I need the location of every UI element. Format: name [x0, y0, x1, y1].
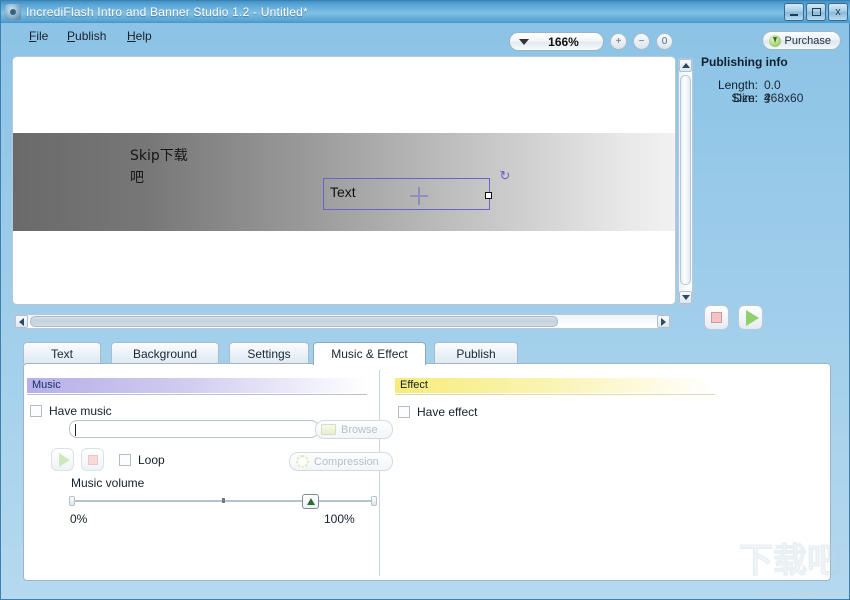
panel-divider: [379, 370, 380, 576]
volume-max-stop: [371, 496, 377, 506]
zoom-combobox[interactable]: 166%: [509, 32, 604, 51]
minimize-button[interactable]: [784, 3, 804, 21]
window-title: IncrediFlash Intro and Banner Studio 1.2…: [26, 5, 308, 19]
canvas-horizontal-scrollbar[interactable]: [14, 314, 671, 329]
play-triangle-icon: [745, 309, 759, 326]
triangle-right-icon[interactable]: [657, 315, 670, 328]
music-play-button[interactable]: [51, 448, 74, 471]
volume-max-label: 100%: [324, 512, 355, 526]
tab-settings[interactable]: Settings: [229, 342, 309, 364]
menu-item-help[interactable]: Help: [127, 29, 152, 43]
triangle-down-icon[interactable]: [679, 291, 692, 304]
browse-label: Browse: [341, 423, 378, 436]
zoom-in-button[interactable]: +: [610, 33, 627, 50]
music-section-rule: [27, 394, 367, 395]
close-button[interactable]: x: [828, 3, 848, 21]
window-controls: x: [784, 3, 848, 21]
have-effect-label: Have effect: [417, 405, 478, 419]
banner-static-text[interactable]: Skip下载吧: [130, 146, 188, 189]
music-section-header: Music: [27, 378, 367, 393]
horizontal-scrollbar-thumb[interactable]: [30, 316, 558, 327]
flash-app-icon: [5, 4, 21, 20]
have-effect-checkbox[interactable]: [398, 406, 410, 418]
music-and-effect-panel: Music Have music Browse Loop Compression: [23, 363, 831, 581]
music-volume-label: Music volume: [71, 476, 145, 490]
resize-handle[interactable]: [485, 192, 492, 199]
vertical-scrollbar-thumb[interactable]: [680, 75, 691, 285]
banner-stage[interactable]: Skip下载吧 Text ↻: [13, 133, 675, 231]
preview-play-button[interactable]: [738, 305, 763, 330]
application-window: IncrediFlash Intro and Banner Studio 1.2…: [0, 0, 850, 600]
effect-section-header: Effect: [395, 378, 715, 393]
selected-text-object[interactable]: Text: [323, 178, 492, 210]
site-watermark-url: www.xiazaiba.com: [756, 589, 839, 599]
tab-publish[interactable]: Publish: [434, 342, 518, 364]
size-label: Size:: [731, 91, 758, 105]
preview-stop-button[interactable]: [704, 305, 729, 330]
folder-icon: [321, 424, 336, 435]
menu-item-publish[interactable]: Publish: [67, 29, 106, 43]
stop-square-icon: [87, 454, 98, 465]
tab-background[interactable]: Background: [111, 342, 219, 364]
publishing-info-title: Publishing info: [701, 55, 788, 69]
download-arrow-icon: [768, 34, 781, 47]
triangle-up-icon[interactable]: [679, 59, 692, 72]
text-caret: [75, 424, 76, 436]
have-music-label: Have music: [49, 404, 112, 418]
loop-label: Loop: [138, 452, 165, 467]
gear-icon: [296, 455, 309, 468]
chevron-down-icon: [519, 39, 529, 45]
browse-button[interactable]: Browse: [315, 420, 393, 439]
play-triangle-icon: [58, 452, 70, 467]
zoom-reset-button[interactable]: 0: [656, 33, 673, 50]
music-transport-controls: Loop: [51, 448, 165, 471]
move-crosshair-icon[interactable]: [410, 187, 428, 205]
loop-row[interactable]: Loop: [119, 453, 165, 467]
size-value: ?: [764, 91, 771, 105]
maximize-button[interactable]: [806, 3, 826, 21]
volume-min-label: 0%: [70, 512, 88, 526]
stop-square-icon: [711, 312, 722, 323]
music-stop-button[interactable]: [81, 448, 104, 471]
menu-item-file[interactable]: FFileile: [29, 29, 48, 43]
rotate-icon[interactable]: ↻: [498, 169, 512, 183]
tab-text[interactable]: Text: [23, 342, 101, 364]
canvas-vertical-scrollbar[interactable]: [678, 58, 693, 305]
text-object-label: Text: [330, 184, 356, 200]
menu-bar: FFileile Publish Help: [1, 23, 850, 51]
zoom-controls: 166% + − 0: [509, 32, 673, 51]
loop-checkbox[interactable]: [119, 453, 131, 466]
preview-transport-controls: [704, 305, 763, 330]
purchase-label: Purchase: [784, 34, 831, 47]
have-music-checkbox[interactable]: [30, 405, 42, 417]
title-bar: IncrediFlash Intro and Banner Studio 1.2…: [1, 1, 850, 23]
volume-center-tick: [222, 498, 225, 503]
have-music-row[interactable]: Have music: [30, 404, 112, 418]
publishing-info-panel: Publishing info Length: 0.0 s Dim: 468x6…: [701, 55, 803, 106]
music-path-input[interactable]: [69, 420, 319, 438]
zoom-out-button[interactable]: −: [633, 33, 650, 50]
music-volume-slider[interactable]: [69, 494, 377, 509]
have-effect-row[interactable]: Have effect: [398, 405, 477, 419]
purchase-button[interactable]: Purchase: [761, 31, 841, 50]
compression-label: Compression: [314, 455, 379, 468]
triangle-left-icon[interactable]: [15, 315, 28, 328]
tab-music-and-effect[interactable]: Music & Effect: [313, 342, 426, 365]
length-label: Length:: [717, 78, 758, 92]
volume-min-stop: [69, 496, 75, 506]
design-canvas[interactable]: Skip下载吧 Text ↻: [12, 56, 676, 305]
compression-button[interactable]: Compression: [289, 452, 393, 471]
volume-slider-thumb[interactable]: [302, 494, 319, 509]
effect-section-rule: [395, 394, 715, 395]
